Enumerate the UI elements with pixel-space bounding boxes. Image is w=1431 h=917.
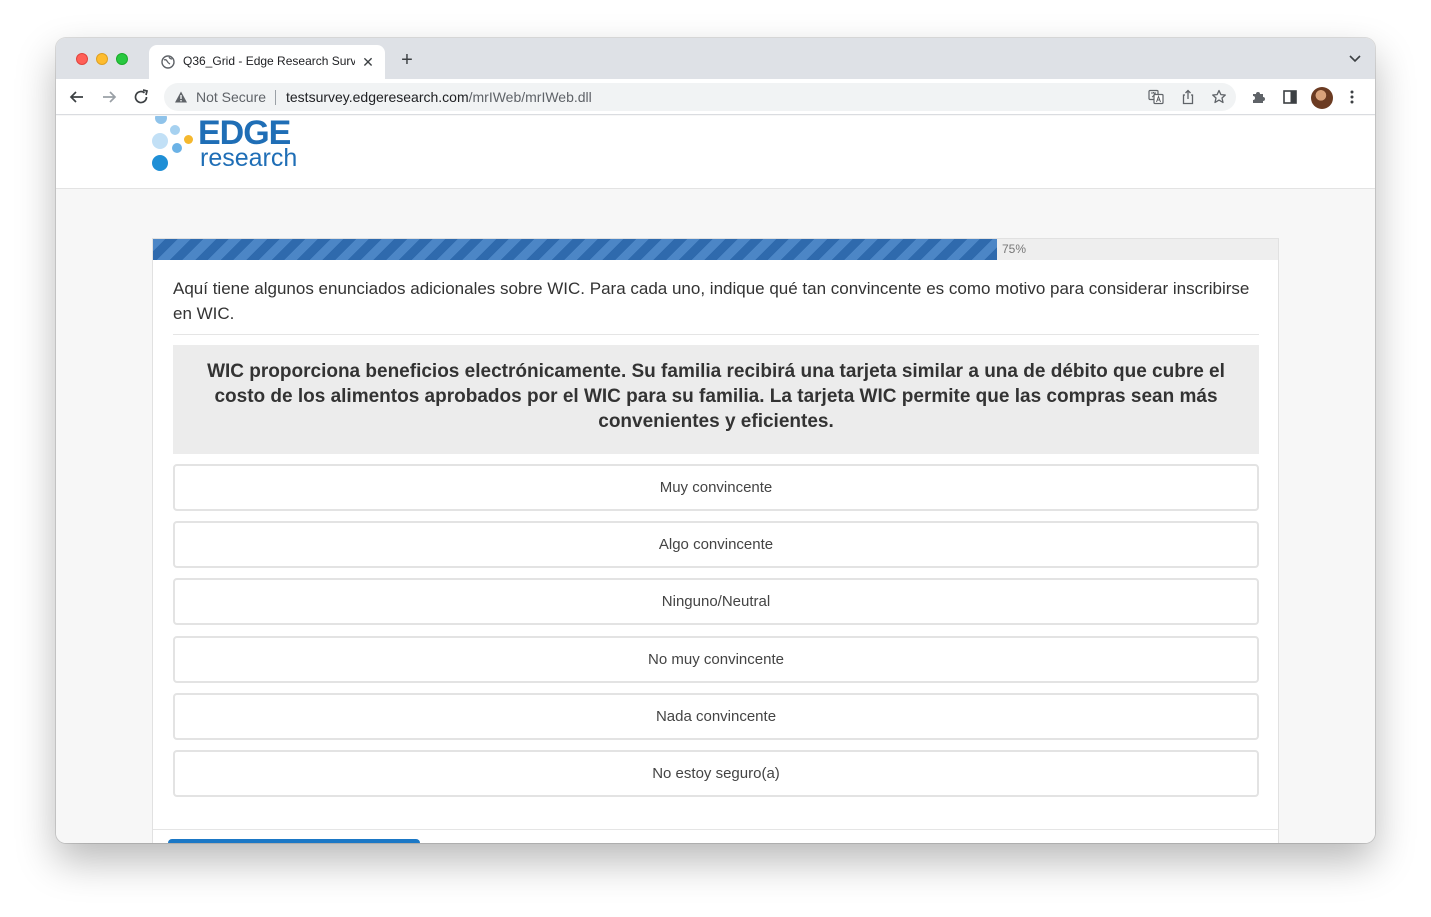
minimize-window-button[interactable] [96, 53, 108, 65]
logo-dot [155, 116, 167, 124]
browser-tab-active[interactable]: Q36_Grid - Edge Research Survey ✕ [149, 45, 385, 79]
answer-option-ninguno-neutral[interactable]: Ninguno/Neutral [173, 578, 1259, 625]
bookmark-star-icon[interactable] [1211, 89, 1227, 105]
translate-icon[interactable] [1148, 89, 1164, 105]
close-window-button[interactable] [76, 53, 88, 65]
progress-label: 75% [1002, 242, 1027, 256]
logo-dot [184, 135, 193, 144]
maximize-window-button[interactable] [116, 53, 128, 65]
footer-divider [153, 829, 1278, 830]
new-tab-button[interactable]: + [396, 49, 418, 71]
logo-dot [170, 125, 180, 135]
divider [173, 334, 1259, 335]
answer-option-muy-convincente[interactable]: Muy convincente [173, 464, 1259, 511]
extensions-puzzle-icon[interactable] [1250, 89, 1266, 105]
logo-subtext: research [200, 144, 298, 172]
share-icon[interactable] [1180, 89, 1196, 105]
progress-bar: 75% [153, 239, 1278, 260]
answer-option-nada-convincente[interactable]: Nada convincente [173, 693, 1259, 740]
answer-option-no-muy-convincente[interactable]: No muy convincente [173, 636, 1259, 683]
next-button[interactable] [168, 839, 420, 843]
question-instructions: Aquí tiene algunos enunciados adicionale… [173, 279, 1250, 323]
profile-avatar[interactable] [1311, 87, 1333, 109]
forward-arrow-icon[interactable] [99, 87, 119, 107]
tab-close-icon[interactable]: ✕ [359, 53, 377, 71]
side-panel-icon[interactable] [1282, 89, 1298, 105]
chevron-down-icon[interactable] [1349, 54, 1361, 64]
url-text[interactable]: testsurvey.edgeresearch.com/mrIWeb/mrIWe… [286, 89, 592, 105]
statement-text: WIC proporciona beneficios electrónicame… [207, 361, 1225, 432]
url-path: /mrIWeb/mrIWeb.dll [468, 89, 592, 105]
statement-box: WIC proporciona beneficios electrónicame… [173, 345, 1259, 454]
edge-research-logo: EDGE research [152, 116, 302, 172]
address-bar[interactable]: Not Secure testsurvey.edgeresearch.com/m… [164, 83, 1236, 111]
url-separator [275, 90, 276, 105]
answer-option-algo-convincente[interactable]: Algo convincente [173, 521, 1259, 568]
browser-toolbar: Not Secure testsurvey.edgeresearch.com/m… [56, 79, 1375, 115]
reload-icon[interactable] [131, 87, 151, 107]
security-status[interactable]: Not Secure [196, 89, 266, 105]
browser-window: Q36_Grid - Edge Research Survey ✕ + Not … [56, 38, 1375, 843]
logo-dot [152, 155, 168, 171]
progress-fill [153, 239, 997, 260]
warning-icon [175, 91, 187, 103]
question-panel: 75% Aquí tiene algunos enunciados adicio… [152, 238, 1279, 843]
back-arrow-icon[interactable] [67, 87, 87, 107]
site-header: EDGE research [56, 116, 1375, 189]
logo-dot [172, 143, 182, 153]
globe-icon [161, 55, 175, 69]
page-content: EDGE research 75% Aquí tiene algunos enu… [56, 116, 1375, 843]
answer-option-no-estoy-seguro[interactable]: No estoy seguro(a) [173, 750, 1259, 797]
logo-dot [152, 133, 168, 149]
tab-bar: Q36_Grid - Edge Research Survey ✕ + [56, 38, 1375, 79]
url-host: testsurvey.edgeresearch.com [286, 89, 469, 105]
more-options-icon[interactable] [1348, 89, 1356, 105]
tab-title: Q36_Grid - Edge Research Survey [183, 54, 355, 68]
